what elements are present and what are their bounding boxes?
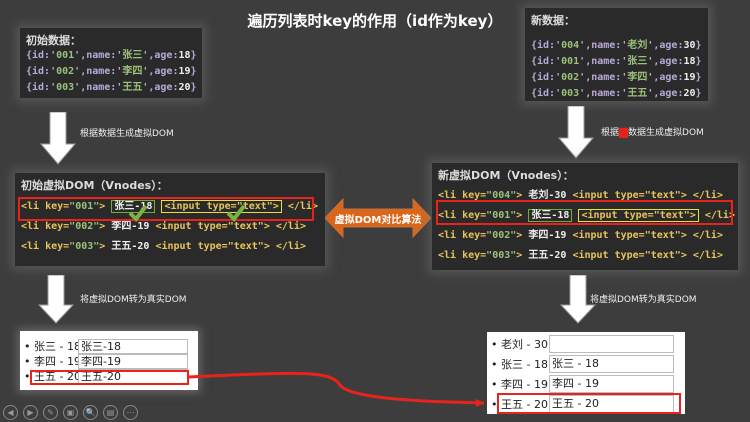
toolbar-button[interactable]: ▤ (103, 405, 118, 420)
toolbar-button[interactable]: ◀ (3, 405, 18, 420)
toolbar-button[interactable]: 🔍 (83, 405, 98, 420)
toolbar-button[interactable]: ▣ (63, 405, 78, 420)
toolbar-button[interactable]: ▶ (23, 405, 38, 420)
toolbar-button[interactable]: ✎ (43, 405, 58, 420)
toolbar-button[interactable]: ⋯ (123, 405, 138, 420)
connector-arrow (188, 371, 485, 407)
